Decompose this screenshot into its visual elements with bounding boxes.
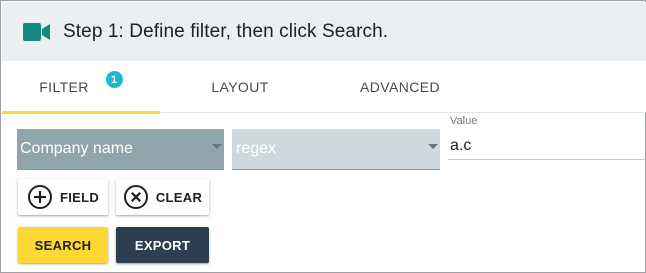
search-button-label: SEARCH <box>34 237 92 253</box>
value-field-label: Value <box>450 115 478 125</box>
tab-layout[interactable]: LAYOUT <box>160 61 320 113</box>
page-title: Step 1: Define filter, then click Search… <box>63 20 389 42</box>
field-select[interactable]: Company name <box>17 129 224 170</box>
tab-filter-label: FILTER <box>39 79 89 95</box>
chevron-down-icon <box>212 144 222 149</box>
value-input[interactable] <box>448 133 646 160</box>
clear-button-label: CLEAR <box>155 189 203 205</box>
tab-layout-label: LAYOUT <box>211 79 269 95</box>
chevron-down-icon <box>428 144 438 149</box>
search-button[interactable]: SEARCH <box>18 227 108 263</box>
filter-count-badge: 1 <box>105 71 123 88</box>
add-field-button[interactable]: FIELD <box>18 179 108 215</box>
operator-select-value: regex <box>236 140 277 157</box>
header-bar: Step 1: Define filter, then click Search… <box>2 2 646 61</box>
app-window: Step 1: Define filter, then click Search… <box>0 0 646 273</box>
tab-bar: FILTER 1 LAYOUT ADVANCED <box>2 61 646 114</box>
add-circle-icon <box>27 184 53 210</box>
cancel-circle-icon <box>123 184 149 210</box>
tab-advanced-label: ADVANCED <box>360 79 440 95</box>
clear-button[interactable]: CLEAR <box>116 179 209 215</box>
tab-advanced[interactable]: ADVANCED <box>320 61 480 113</box>
export-button[interactable]: EXPORT <box>116 227 209 263</box>
operator-select[interactable]: regex <box>232 129 440 170</box>
field-select-value: Company name <box>20 140 133 157</box>
videocam-icon <box>23 22 51 42</box>
tab-filter[interactable]: FILTER 1 <box>2 61 160 114</box>
add-field-button-label: FIELD <box>59 189 100 205</box>
export-button-label: EXPORT <box>134 237 191 253</box>
